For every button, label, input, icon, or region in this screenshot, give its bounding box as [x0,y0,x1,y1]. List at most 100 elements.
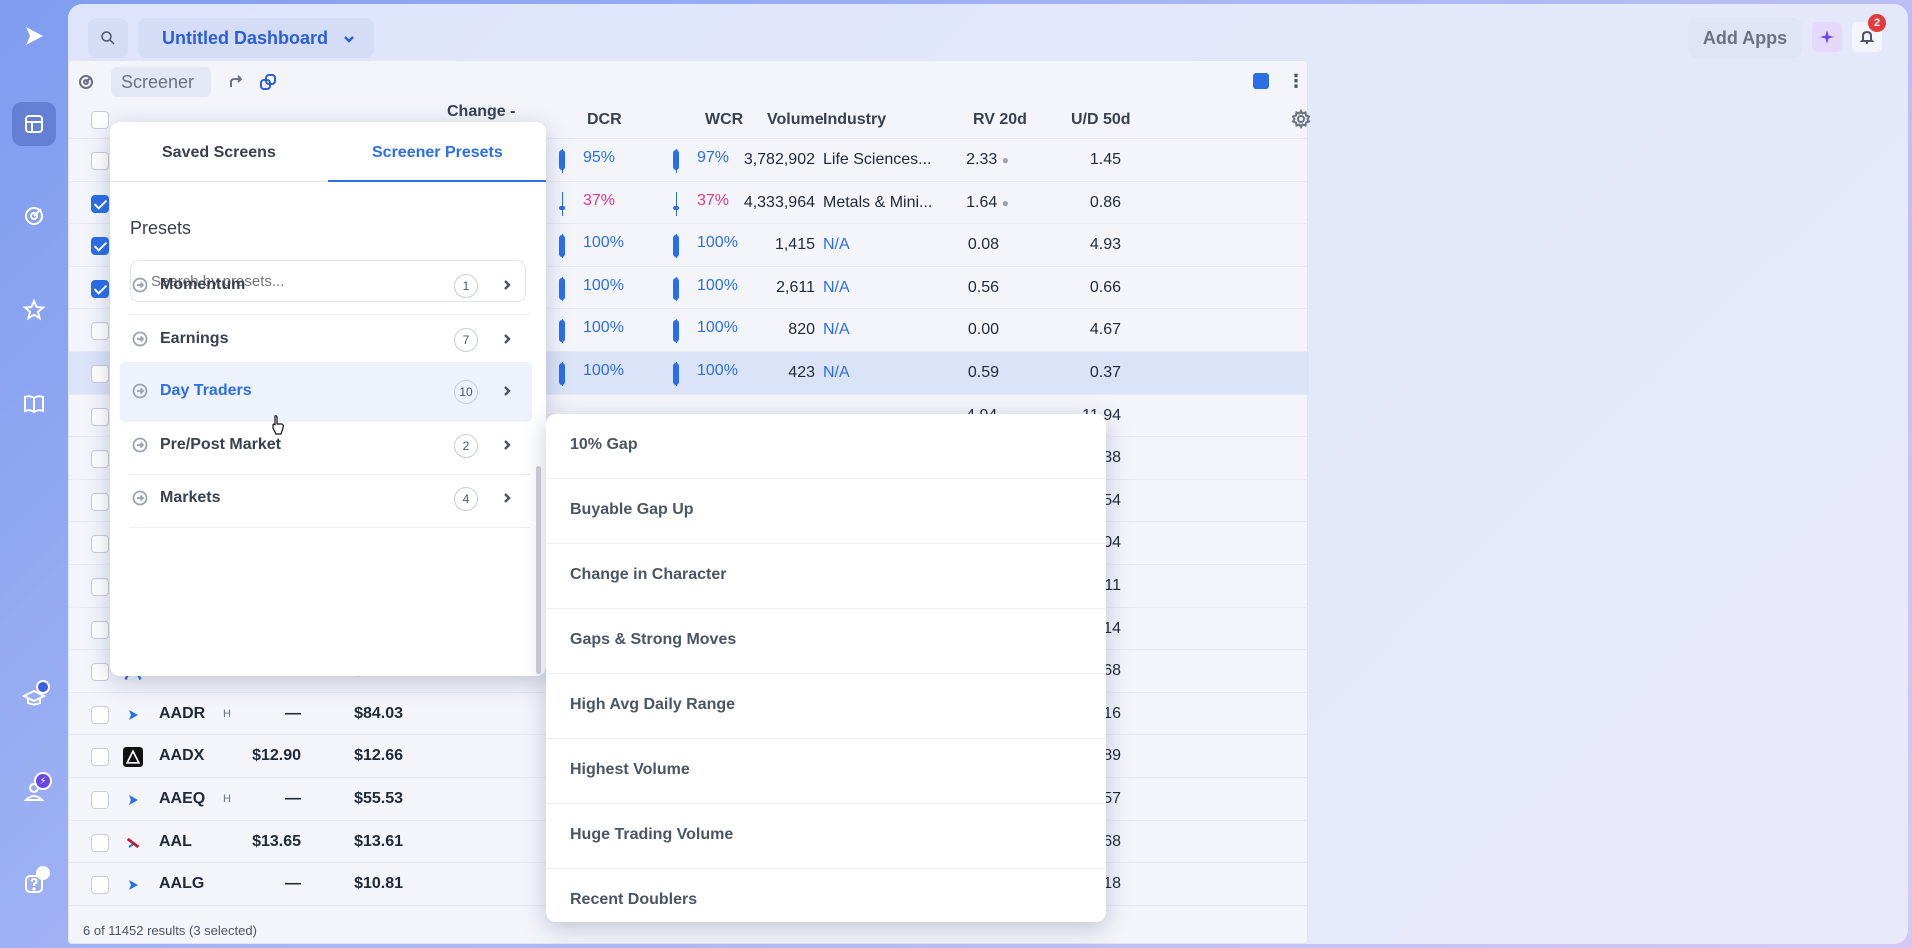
industry-value[interactable]: N/A [823,267,850,309]
dashboards-nav-icon[interactable] [12,102,56,146]
price-2: $84.03 [354,704,403,722]
row-checkbox[interactable] [91,663,109,682]
row-checkbox[interactable] [91,876,109,895]
account-user-icon[interactable]: ⚡ [12,770,56,814]
ai-sparkle-button[interactable] [1812,22,1842,52]
ticker-symbol[interactable]: AAEQ [159,778,205,820]
row-checkbox[interactable] [91,279,109,298]
col-rv20d[interactable]: RV 20d [973,111,1027,129]
preset-arrow-circle-icon [132,331,148,347]
preset-count-badge: 7 [454,328,478,352]
col-volume[interactable]: Volume [767,111,824,129]
preset-option[interactable]: Gaps & Strong Moves [546,609,1106,674]
row-checkbox[interactable] [91,535,109,554]
row-checkbox[interactable] [91,705,109,724]
bell-icon [1859,30,1875,44]
ud50d-value: 4.93 [1089,236,1121,254]
range-bar [673,362,679,386]
tab-saved-screens[interactable]: Saved Screens [162,144,276,162]
preset-category-earnings[interactable]: Earnings 7 [120,310,532,370]
wcr-value: 97% [697,149,730,166]
wcr-value: 37% [697,191,730,209]
range-bar [559,149,565,173]
preset-category-markets[interactable]: Markets 4 [120,469,532,529]
learn-book-icon[interactable] [12,382,56,426]
widget-title[interactable]: Screener [111,67,211,97]
dcr-value: 37% [583,191,616,209]
range-bar [673,276,679,301]
industry-value[interactable]: N/A [823,224,850,266]
col-industry[interactable]: Industry [823,111,886,129]
preset-option[interactable]: 10% Gap [546,414,1106,479]
preset-option[interactable]: Huge Trading Volume [546,804,1106,869]
preset-category-day-traders[interactable]: Day Traders 10 [120,362,532,422]
table-settings-gear-icon[interactable] [1291,109,1311,129]
row-checkbox[interactable] [91,407,109,426]
ticker-logo-icon [123,875,143,895]
row-checkbox[interactable] [91,194,109,213]
results-count: 6 of 11452 results (3 selected) [83,923,257,938]
active-tab-indicator [328,180,546,182]
dcr-value: 100% [583,362,624,379]
presets-panel: Saved Screens Screener Presets Presets M… [110,122,546,676]
ticker-symbol[interactable]: AALG [159,863,204,905]
row-checkbox[interactable] [91,450,109,469]
preset-option[interactable]: Highest Volume [546,739,1106,804]
more-options-icon[interactable]: ⋮ [1287,71,1305,91]
preset-option[interactable]: High Avg Daily Range [546,674,1106,739]
row-checkbox[interactable] [91,322,109,341]
watchlist-star-icon[interactable] [12,288,56,332]
col-wcr[interactable]: WCR [705,111,743,129]
chevron-down-icon [342,30,356,44]
row-checkbox[interactable] [91,620,109,639]
preset-category-momentum[interactable]: Momentum 1 [120,256,532,316]
row-checkbox[interactable] [91,152,109,170]
col-ud50d[interactable]: U/D 50d [1071,111,1131,129]
help-question-icon[interactable] [12,862,56,906]
lightning-badge-icon: ⚡ [34,772,52,790]
screener-nav-icon[interactable] [12,194,56,238]
price-2: $12.66 [354,747,403,765]
row-checkbox[interactable] [91,748,109,767]
dashboard-selector[interactable]: Untitled Dashboard [138,18,374,58]
preset-option[interactable]: Recent Doublers [546,869,1106,922]
global-search-button[interactable] [88,18,128,58]
widget-color-swatch[interactable] [1253,73,1269,89]
dcr-value: 100% [583,234,624,252]
industry-value[interactable]: Life Sciences... [823,139,932,181]
ticker-symbol[interactable]: AAL [159,821,192,863]
row-checkbox[interactable] [91,578,109,596]
industry-value[interactable]: N/A [823,309,850,351]
select-all-checkbox[interactable] [91,111,109,129]
dcr-value: 95% [583,149,616,166]
preset-option[interactable]: Buyable Gap Up [546,479,1106,544]
row-checkbox[interactable] [91,492,109,511]
preset-option[interactable]: Change in Character [546,544,1106,609]
ticker-symbol[interactable]: AADX [159,735,204,777]
price-1: — [285,790,301,807]
rv20d-value: 0.08 [967,236,999,254]
share-export-icon[interactable] [227,73,245,91]
education-badge [36,680,50,694]
row-checkbox[interactable] [91,833,109,852]
industry-value[interactable]: N/A [823,352,850,394]
ticker-symbol[interactable]: AADR [159,693,205,735]
row-checkbox[interactable] [91,237,109,256]
education-cap-icon[interactable] [12,676,56,720]
range-bar [559,234,565,259]
col-dcr[interactable]: DCR [587,111,622,129]
day-traders-submenu: 10% Gap Buyable Gap Up Change in Character… [546,414,1106,922]
rv20d-value: 0.59 [967,364,999,381]
presets-scrollbar[interactable] [536,466,541,674]
range-bar [673,319,679,344]
link-chain-icon[interactable] [259,73,277,91]
preset-category-pre-post-market[interactable]: Pre/Post Market 2 [120,416,532,476]
row-checkbox[interactable] [91,791,109,809]
app-logo-icon[interactable] [12,14,56,58]
ticker-logo-icon [123,790,143,810]
tab-screener-presets[interactable]: Screener Presets [372,144,503,162]
add-apps-button[interactable]: Add Apps [1688,18,1802,58]
industry-value[interactable]: Metals & Mini... [823,182,932,224]
ud50d-value: 4.67 [1089,321,1121,339]
row-checkbox[interactable] [91,365,109,383]
